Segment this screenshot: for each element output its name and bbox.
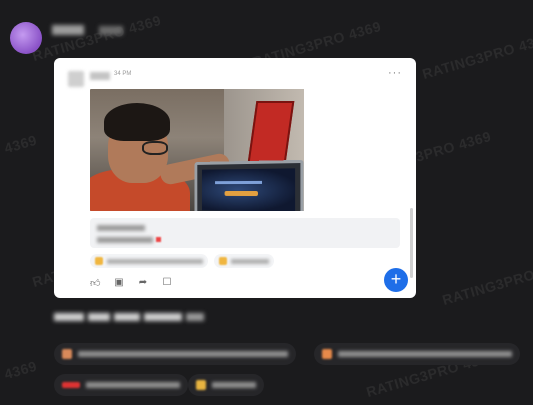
photo-screen-text xyxy=(215,180,263,185)
reaction-pill[interactable] xyxy=(54,374,188,396)
shared-post-card[interactable]: 34 PM ··· 👍︎ ▣ ➦ ☐ + xyxy=(54,58,416,298)
post-actions: 👍︎ ▣ ➦ ☐ xyxy=(90,277,172,289)
tag-chip[interactable] xyxy=(90,254,208,268)
reaction-pill[interactable] xyxy=(188,374,264,396)
quoted-line xyxy=(97,225,145,231)
reaction-users xyxy=(86,382,180,388)
sender-avatar[interactable] xyxy=(10,22,42,54)
photo-laptop xyxy=(194,159,304,211)
tag-chip[interactable] xyxy=(214,254,274,268)
reaction-pill[interactable] xyxy=(314,343,520,365)
watermark: RATING3PRO 4369 xyxy=(440,256,533,309)
sender-name[interactable] xyxy=(52,25,84,35)
post-photo[interactable] xyxy=(90,89,304,211)
watermark: RATING3PRO 4369 xyxy=(420,29,533,83)
quoted-line xyxy=(97,237,153,243)
post-tags xyxy=(90,254,274,268)
caption-emoji xyxy=(186,313,204,321)
post-author-name[interactable] xyxy=(90,72,110,80)
reaction-emoji xyxy=(62,382,80,388)
watermark: 4369 xyxy=(2,357,39,383)
reaction-pill[interactable] xyxy=(54,343,296,365)
reaction-users xyxy=(212,382,256,388)
bookmark-icon[interactable]: ☐ xyxy=(162,277,172,289)
message-timestamp xyxy=(99,26,124,35)
like-icon[interactable]: 👍︎ xyxy=(90,277,100,289)
tag-icon xyxy=(95,257,103,265)
reaction-emoji xyxy=(196,380,206,390)
caption-word xyxy=(144,313,182,321)
comment-icon[interactable]: ▣ xyxy=(114,277,124,289)
scrollbar[interactable] xyxy=(410,208,413,278)
photo-person-hair xyxy=(104,103,170,141)
quoted-emoji xyxy=(156,237,161,242)
photo-laptop-screen xyxy=(201,168,296,211)
caption-word xyxy=(54,313,84,321)
reaction-users xyxy=(338,351,512,357)
share-icon[interactable]: ➦ xyxy=(138,277,148,289)
post-author-avatar[interactable] xyxy=(68,71,84,87)
watermark: 4369 xyxy=(2,131,39,157)
watermark: RATING3PRO 4369 xyxy=(30,11,163,65)
add-button[interactable]: + xyxy=(384,268,408,292)
message-caption xyxy=(54,310,204,324)
more-options-icon[interactable]: ··· xyxy=(388,67,402,79)
post-timestamp: 34 PM xyxy=(114,71,132,77)
tag-label xyxy=(231,258,269,264)
caption-word xyxy=(114,313,140,321)
reaction-emoji xyxy=(62,349,72,359)
message-header xyxy=(52,24,124,38)
photo-glasses xyxy=(142,141,168,155)
tag-icon xyxy=(219,257,227,265)
tag-label xyxy=(107,258,203,264)
caption-word xyxy=(88,313,110,321)
reaction-emoji xyxy=(322,349,332,359)
reaction-users xyxy=(78,351,288,357)
photo-screen-button xyxy=(224,190,258,197)
quoted-text-block[interactable] xyxy=(90,218,400,248)
